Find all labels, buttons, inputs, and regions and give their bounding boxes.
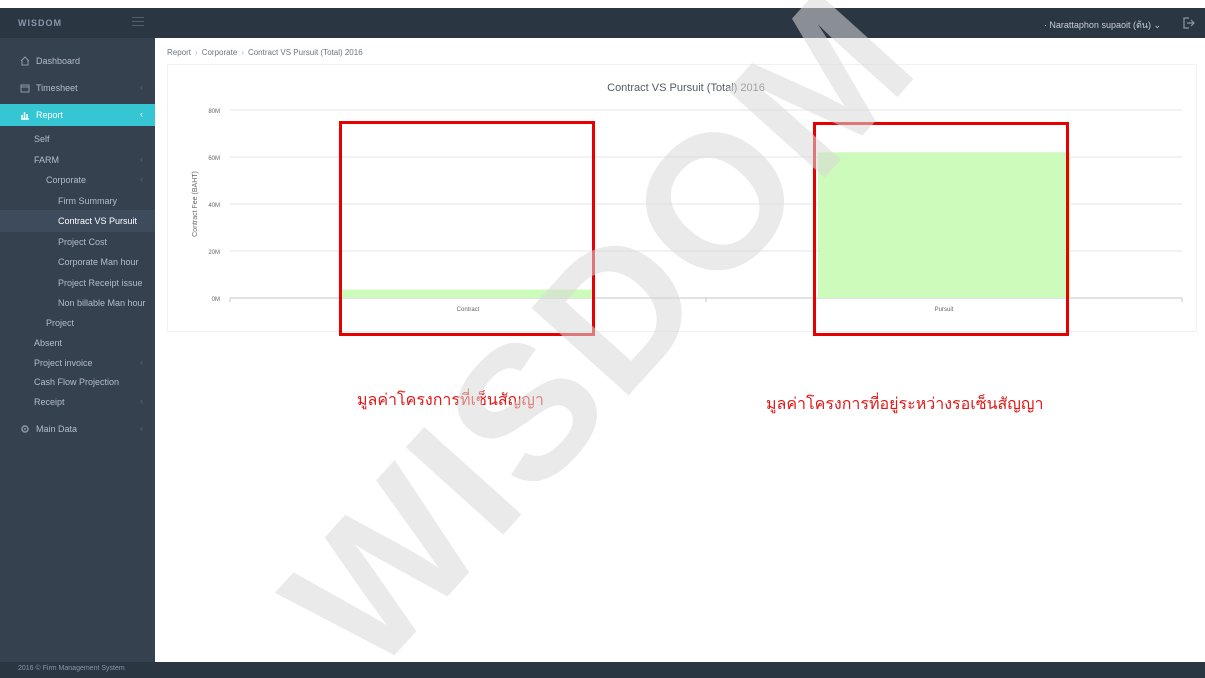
y-tick-label: 20M: [208, 250, 220, 256]
app-window: WISDOM · Narattaphon supaoit (ต้น) ⌄ Das…: [0, 0, 1205, 678]
bar-chart: 0M20M40M60M80MContract Fee (BAHT)Contrac…: [192, 109, 1183, 313]
y-tick-label: 0M: [212, 297, 220, 303]
y-axis-label: Contract Fee (BAHT): [192, 171, 199, 237]
contract-caption: มูลค่าโครงการที่เซ็นสัญญา: [357, 390, 544, 409]
pursuit-highlight-box: [813, 122, 1069, 336]
y-tick-label: 60M: [208, 156, 220, 162]
y-tick-label: 40M: [208, 203, 220, 209]
y-tick-label: 80M: [208, 109, 220, 115]
pursuit-caption: มูลค่าโครงการที่อยู่ระหว่างรอเซ็นสัญญา: [766, 394, 1044, 413]
contract-highlight-box: [339, 121, 595, 336]
